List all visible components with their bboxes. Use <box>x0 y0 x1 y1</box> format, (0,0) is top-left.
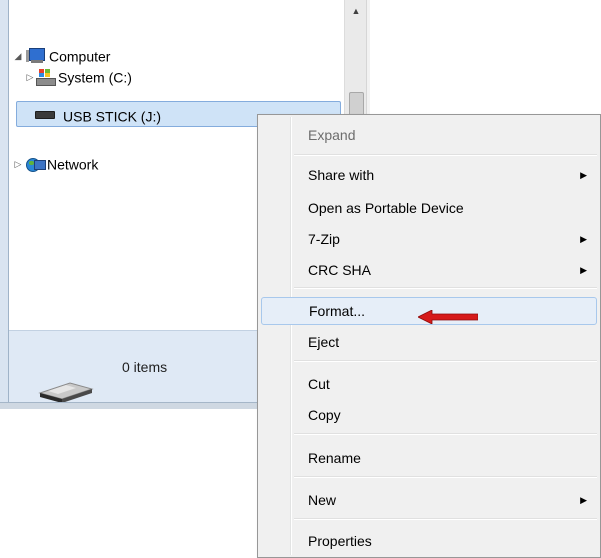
network-icon <box>26 156 46 173</box>
tree-item-network[interactable]: ▷ Network <box>12 152 98 174</box>
tree-item-label: Computer <box>49 48 111 65</box>
menu-item-label: Expand <box>308 127 356 143</box>
item-count: 0 items <box>122 359 168 375</box>
menu-item-share-with[interactable]: Share with ▶ <box>261 161 597 189</box>
red-arrow-annotation-icon <box>418 310 478 324</box>
menu-item-crc-sha[interactable]: CRC SHA ▶ <box>261 256 597 284</box>
menu-item-label: Rename <box>308 450 361 466</box>
menu-item-rename[interactable]: Rename <box>261 444 597 472</box>
menu-item-label: Copy <box>308 407 341 423</box>
menu-item-open-portable-device[interactable]: Open as Portable Device <box>261 194 597 222</box>
menu-item-label: CRC SHA <box>308 262 372 278</box>
menu-item-label: Open as Portable Device <box>308 200 464 216</box>
context-menu: Expand Share with ▶ Open as Portable Devi… <box>257 114 601 558</box>
menu-item-new[interactable]: New ▶ <box>261 486 597 514</box>
menu-item-label: Cut <box>308 376 330 392</box>
window-frame-left <box>0 0 9 402</box>
menu-separator <box>294 433 597 435</box>
menu-item-label: Format... <box>309 303 366 319</box>
menu-item-label: Properties <box>308 533 372 549</box>
menu-separator <box>294 287 597 289</box>
tree-item-label: System (C:) <box>58 69 132 86</box>
tree-item-label: USB STICK (J:) <box>63 108 162 125</box>
submenu-arrow-icon: ▶ <box>580 495 587 505</box>
scroll-up-arrow-icon[interactable]: ▲ <box>345 6 367 16</box>
menu-separator <box>294 518 597 520</box>
tree-item-system-drive[interactable]: ▷ System (C:) <box>24 65 132 87</box>
menu-item-label: Eject <box>308 334 340 350</box>
tree-item-label: Network <box>47 156 99 173</box>
menu-item-7zip[interactable]: 7-Zip ▶ <box>261 225 597 253</box>
menu-item-cut[interactable]: Cut <box>261 370 597 398</box>
submenu-arrow-icon: ▶ <box>580 170 587 180</box>
usb-drive-icon <box>35 111 55 120</box>
collapse-triangle-icon[interactable]: ◢ <box>12 45 24 67</box>
submenu-arrow-icon: ▶ <box>580 234 587 244</box>
expand-triangle-icon[interactable]: ▷ <box>12 153 24 175</box>
menu-item-label: 7-Zip <box>308 231 340 247</box>
window-frame-bottom <box>0 402 262 409</box>
menu-item-expand[interactable]: Expand <box>261 121 597 149</box>
menu-item-label: Share with <box>308 167 375 183</box>
computer-icon <box>26 48 46 64</box>
expand-triangle-icon[interactable]: ▷ <box>24 66 36 88</box>
menu-item-eject[interactable]: Eject <box>261 328 597 356</box>
menu-separator <box>294 154 597 156</box>
tree-item-computer[interactable]: ◢ Computer <box>12 44 110 66</box>
menu-separator <box>294 476 597 478</box>
menu-item-copy[interactable]: Copy <box>261 401 597 429</box>
system-drive-icon <box>36 69 56 87</box>
submenu-arrow-icon: ▶ <box>580 265 587 275</box>
menu-item-properties[interactable]: Properties <box>261 527 597 555</box>
menu-item-label: New <box>308 492 337 508</box>
menu-separator <box>294 360 597 362</box>
